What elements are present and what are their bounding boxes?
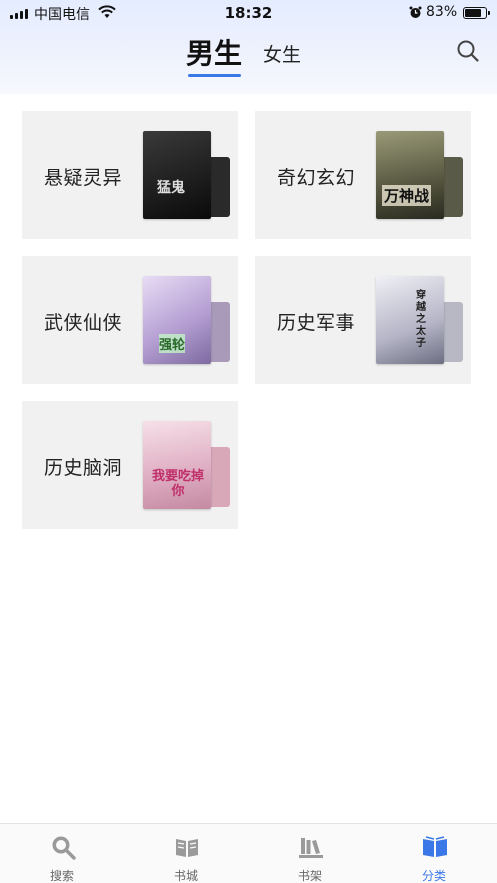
active-tab-indicator	[188, 74, 241, 77]
tab-female[interactable]: 女生	[263, 40, 301, 67]
category-label: 奇幻玄幻	[277, 167, 356, 189]
category-card-wuxia[interactable]: 武侠仙侠 强轮	[22, 256, 238, 384]
status-bar: 中国电信 18:32 83%	[0, 0, 497, 26]
tab-search[interactable]: 搜索	[0, 824, 124, 883]
tab-label: 书城	[173, 869, 198, 883]
alarm-icon	[409, 6, 422, 18]
tab-label: 书架	[297, 869, 322, 883]
battery-percent: 83%	[426, 4, 458, 20]
bookshelf-icon	[299, 838, 323, 858]
category-label: 历史军事	[277, 312, 356, 334]
book-cover: 强轮	[143, 276, 211, 364]
gender-tabs: 男生 女生	[0, 32, 497, 82]
category-label: 武侠仙侠	[44, 312, 123, 334]
search-icon[interactable]	[456, 39, 480, 63]
book-cover-back	[208, 157, 230, 217]
book-cover-back	[208, 447, 230, 507]
book-cover-back	[441, 302, 463, 362]
tab-category[interactable]: 分类	[372, 824, 496, 883]
book-cover: 穿越之太子	[376, 276, 444, 364]
book-icon	[176, 839, 198, 857]
tab-bookstore[interactable]: 书城	[124, 824, 248, 883]
category-card-history-military[interactable]: 历史军事 穿越之太子	[255, 256, 471, 384]
category-icon	[423, 836, 447, 857]
tab-label: 搜索	[49, 869, 74, 883]
category-card-history-fiction[interactable]: 历史脑洞 我要吃掉你	[22, 401, 238, 529]
tab-male[interactable]: 男生	[186, 32, 242, 72]
search-icon	[52, 836, 76, 860]
screen: 中国电信 18:32 83% 男生 女生 悬疑灵异 猛鬼 奇幻玄幻 万神战 武侠…	[0, 0, 497, 883]
tab-label: 分类	[421, 869, 446, 883]
category-card-fantasy[interactable]: 奇幻玄幻 万神战	[255, 111, 471, 239]
tab-bookshelf[interactable]: 书架	[248, 824, 372, 883]
book-cover-back	[441, 157, 463, 217]
category-label: 历史脑洞	[44, 457, 123, 479]
book-cover: 猛鬼	[143, 131, 211, 219]
clock: 18:32	[224, 4, 273, 22]
book-cover: 万神战	[376, 131, 444, 219]
category-card-suspense[interactable]: 悬疑灵异 猛鬼	[22, 111, 238, 239]
bottom-tab-bar: 搜索 书城 书架 分类	[0, 823, 497, 883]
book-cover: 我要吃掉你	[143, 421, 211, 509]
book-cover-back	[208, 302, 230, 362]
category-label: 悬疑灵异	[44, 167, 123, 189]
battery-icon	[463, 7, 490, 19]
